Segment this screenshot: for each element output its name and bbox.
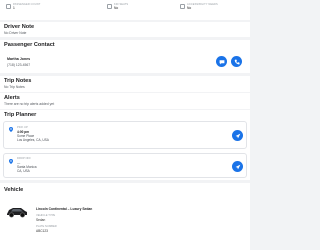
driver-note-card: Driver Note No Driver Note	[0, 22, 250, 37]
trip-planner-card: Trip Planner PICK UP 4:00 pm Some Place …	[0, 110, 250, 180]
message-button[interactable]	[216, 56, 227, 67]
passenger-contact-card: Passenger Contact Martha Jones (718) 123…	[0, 40, 250, 73]
plate-number-label: PLATE NUMBER	[36, 225, 57, 228]
driver-note-title: Driver Note	[4, 24, 35, 30]
navigate-icon	[235, 164, 240, 169]
passenger-contact-title: Passenger Contact	[4, 42, 55, 48]
navigate-dropoff-button[interactable]	[232, 161, 243, 172]
accessibility-label: ACCESSIBILITY NEEDS	[187, 3, 218, 6]
passenger-count-stat: PASSENGER COUNT 1	[6, 3, 40, 10]
passenger-phone: (718) 123-4567	[7, 63, 31, 67]
navigate-pickup-button[interactable]	[232, 130, 243, 141]
driver-note-text: No Driver Note	[4, 31, 27, 35]
plate-number-value: ABC123	[36, 229, 48, 233]
trip-stats-bar: PASSENGER COUNT 1 KID SEATS No ACCESSIBI…	[0, 0, 250, 20]
passenger-count-label: PASSENGER COUNT	[13, 3, 41, 6]
trip-notes-card: Trip Notes No Trip Notes	[0, 76, 250, 92]
accessibility-stat: ACCESSIBILITY NEEDS No	[180, 3, 218, 10]
dropoff-city: CA, USA	[17, 169, 30, 173]
dropoff-label: DROP OFF	[17, 157, 31, 160]
pickup-city: Los Angeles, CA, USA	[17, 138, 49, 142]
trip-planner-title: Trip Planner	[4, 112, 37, 118]
alerts-card: Alerts There are no trip alerts added ye…	[0, 93, 250, 109]
vehicle-name: Lincoln Continental – Luxury Sedan	[36, 207, 93, 211]
vehicle-card: Vehicle Lincoln Continental – Luxury Sed…	[0, 183, 250, 250]
trip-notes-title: Trip Notes	[4, 78, 32, 84]
car-image	[7, 208, 27, 218]
phone-icon	[234, 59, 240, 65]
alerts-text: There are no trip alerts added yet	[4, 102, 55, 106]
navigate-icon	[235, 133, 240, 138]
vehicle-type-value: Sedan	[36, 218, 46, 222]
dropoff-stop[interactable]: DROP OFF — Santa Monica CA, USA	[3, 153, 247, 178]
trip-notes-text: No Trip Notes	[4, 85, 25, 89]
alerts-title: Alerts	[4, 95, 20, 101]
child-seat-icon	[107, 4, 112, 9]
vehicle-type-label: VEHICLE TYPE	[36, 214, 56, 217]
accessibility-value: No	[187, 6, 192, 10]
location-pin-icon	[9, 159, 13, 164]
kid-seats-stat: KID SEATS No	[107, 3, 128, 10]
pickup-label: PICK UP	[17, 126, 28, 129]
location-pin-icon	[9, 127, 13, 132]
kid-seats-value: No	[114, 6, 119, 10]
vehicle-title: Vehicle	[4, 187, 24, 193]
person-icon	[6, 4, 11, 9]
message-icon	[219, 59, 224, 64]
call-button[interactable]	[231, 56, 242, 67]
passenger-count-value: 1	[13, 6, 15, 10]
passenger-name: Martha Jones	[7, 57, 31, 61]
pickup-stop[interactable]: PICK UP 4:00 pm Some Place Los Angeles, …	[3, 121, 247, 149]
accessibility-icon	[180, 4, 185, 9]
